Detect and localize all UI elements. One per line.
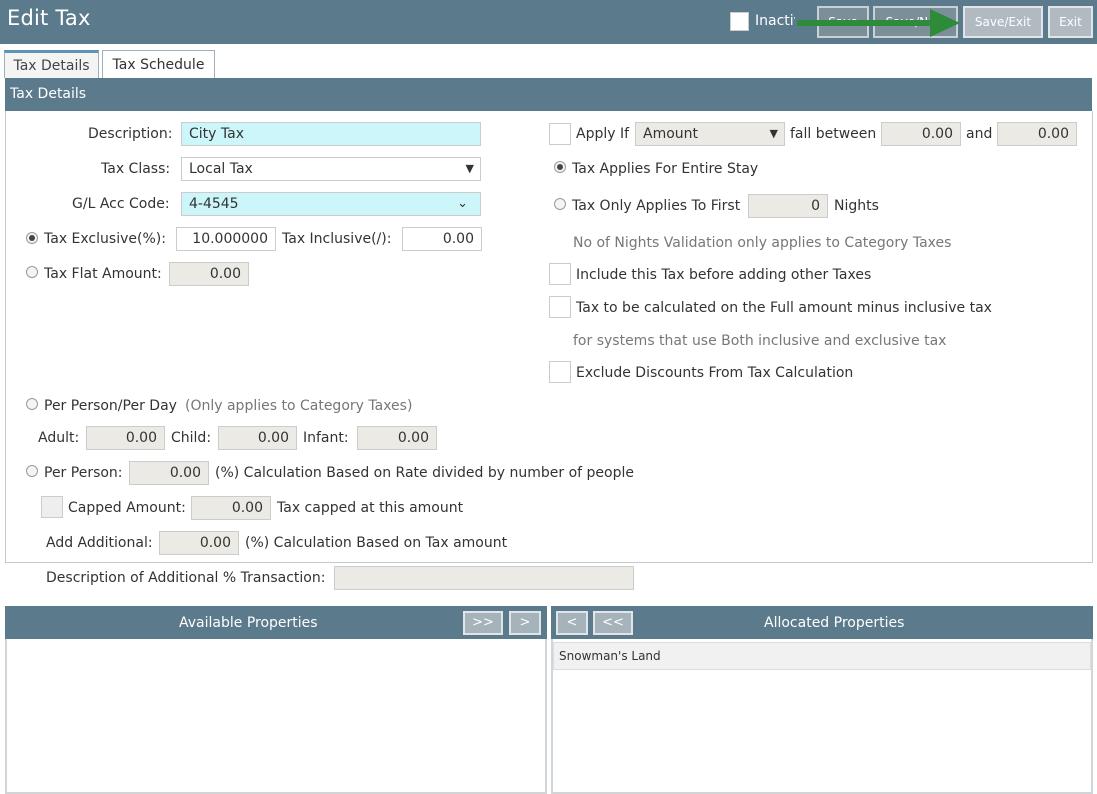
description-input[interactable]: City Tax [181,122,481,146]
panel-header: Tax Details [5,78,1092,111]
tax-flat-input[interactable]: 0.00 [169,262,249,286]
exit-button[interactable]: Exit [1048,6,1093,38]
infant-input[interactable]: 0.00 [357,426,437,450]
available-properties-list[interactable] [5,639,547,794]
first-nights-radio[interactable] [554,198,566,210]
range-from-input[interactable]: 0.00 [881,122,961,146]
move-all-left-button[interactable]: << [593,611,633,635]
per-person-label: Per Person: [44,465,123,481]
fall-between-label: fall between [790,126,877,142]
apply-if-checkbox[interactable] [549,123,571,145]
entire-stay-label: Tax Applies For Entire Stay [572,161,759,177]
tax-flat-radio[interactable] [26,266,38,278]
capped-note: Tax capped at this amount [277,500,464,516]
adult-label: Adult: [38,430,80,446]
tax-inclusive-label: Tax Inclusive(/): [282,231,392,247]
dropdown-caret-icon: ▼ [465,162,474,175]
and-label: and [966,126,993,142]
child-input[interactable]: 0.00 [218,426,297,450]
nights-label: Nights [834,198,879,214]
apply-if-label: Apply If [576,126,630,142]
per-person-day-radio[interactable] [26,398,38,410]
nights-note: No of Nights Validation only applies to … [573,235,952,251]
per-person-note: (%) Calculation Based on Rate divided by… [215,465,634,481]
per-person-input[interactable]: 0.00 [129,461,209,485]
move-all-right-button[interactable]: >> [463,611,503,635]
save-exit-button[interactable]: Save/Exit [963,6,1043,38]
tax-exclusive-radio[interactable] [26,232,38,244]
gl-code-select[interactable]: 4-4545 ⌄ [181,192,481,216]
tax-class-value: Local Tax [189,161,253,177]
gl-code-label: G/L Acc Code: [72,196,170,212]
infant-label: Infant: [303,430,349,446]
first-nights-label: Tax Only Applies To First [572,198,741,214]
inactive-label: Inactive [755,13,795,29]
add-additional-note: (%) Calculation Based on Tax amount [245,535,508,551]
chevron-down-icon: ⌄ [457,196,468,211]
per-person-day-note: (Only applies to Category Taxes) [185,398,413,414]
include-before-label: Include this Tax before adding other Tax… [576,267,872,283]
exclude-discounts-checkbox[interactable] [549,361,571,383]
tab-tax-schedule[interactable]: Tax Schedule [102,50,215,78]
range-to-input[interactable]: 0.00 [997,122,1077,146]
capped-label: Capped Amount: [68,500,186,516]
description-label: Description: [88,126,173,142]
per-person-radio[interactable] [26,465,38,477]
arrow-annotation-icon [797,9,960,37]
tax-class-select[interactable]: Local Tax ▼ [181,157,481,181]
child-label: Child: [171,430,212,446]
inactive-checkbox[interactable] [730,12,749,31]
full-amount-note: for systems that use Both inclusive and … [573,333,947,349]
adult-input[interactable]: 0.00 [86,426,165,450]
desc-additional-input[interactable] [334,566,634,590]
tax-exclusive-label: Tax Exclusive(%): [44,231,166,247]
per-person-day-label: Per Person/Per Day [44,398,177,414]
gl-code-value: 4-4545 [189,196,239,212]
include-before-checkbox[interactable] [549,263,571,285]
allocated-properties-title: Allocated Properties [764,615,905,631]
add-additional-label: Add Additional: [46,535,153,551]
tab-tax-details[interactable]: Tax Details [4,50,99,78]
apply-if-select[interactable]: Amount ▼ [635,122,785,146]
tax-exclusive-input[interactable]: 10.000000 [176,227,276,251]
move-left-button[interactable]: < [556,611,588,635]
page-title: Edit Tax [7,6,91,30]
full-amount-label: Tax to be calculated on the Full amount … [576,300,992,316]
dropdown-caret-icon: ▼ [769,127,778,140]
capped-input[interactable]: 0.00 [191,496,271,520]
first-nights-input[interactable]: 0 [748,194,828,218]
desc-additional-label: Description of Additional % Transaction: [46,570,326,586]
tax-class-label: Tax Class: [101,161,171,177]
tax-flat-label: Tax Flat Amount: [44,266,162,282]
exclude-discounts-label: Exclude Discounts From Tax Calculation [576,365,854,381]
available-properties-title: Available Properties [179,615,318,631]
tax-inclusive-input[interactable]: 0.00 [402,227,482,251]
capped-checkbox[interactable] [41,496,63,518]
full-amount-checkbox[interactable] [549,296,571,318]
entire-stay-radio[interactable] [554,161,566,173]
add-additional-input[interactable]: 0.00 [159,531,239,555]
apply-if-value: Amount [643,126,699,142]
list-item[interactable]: Snowman's Land [553,642,1091,670]
move-right-button[interactable]: > [509,611,541,635]
